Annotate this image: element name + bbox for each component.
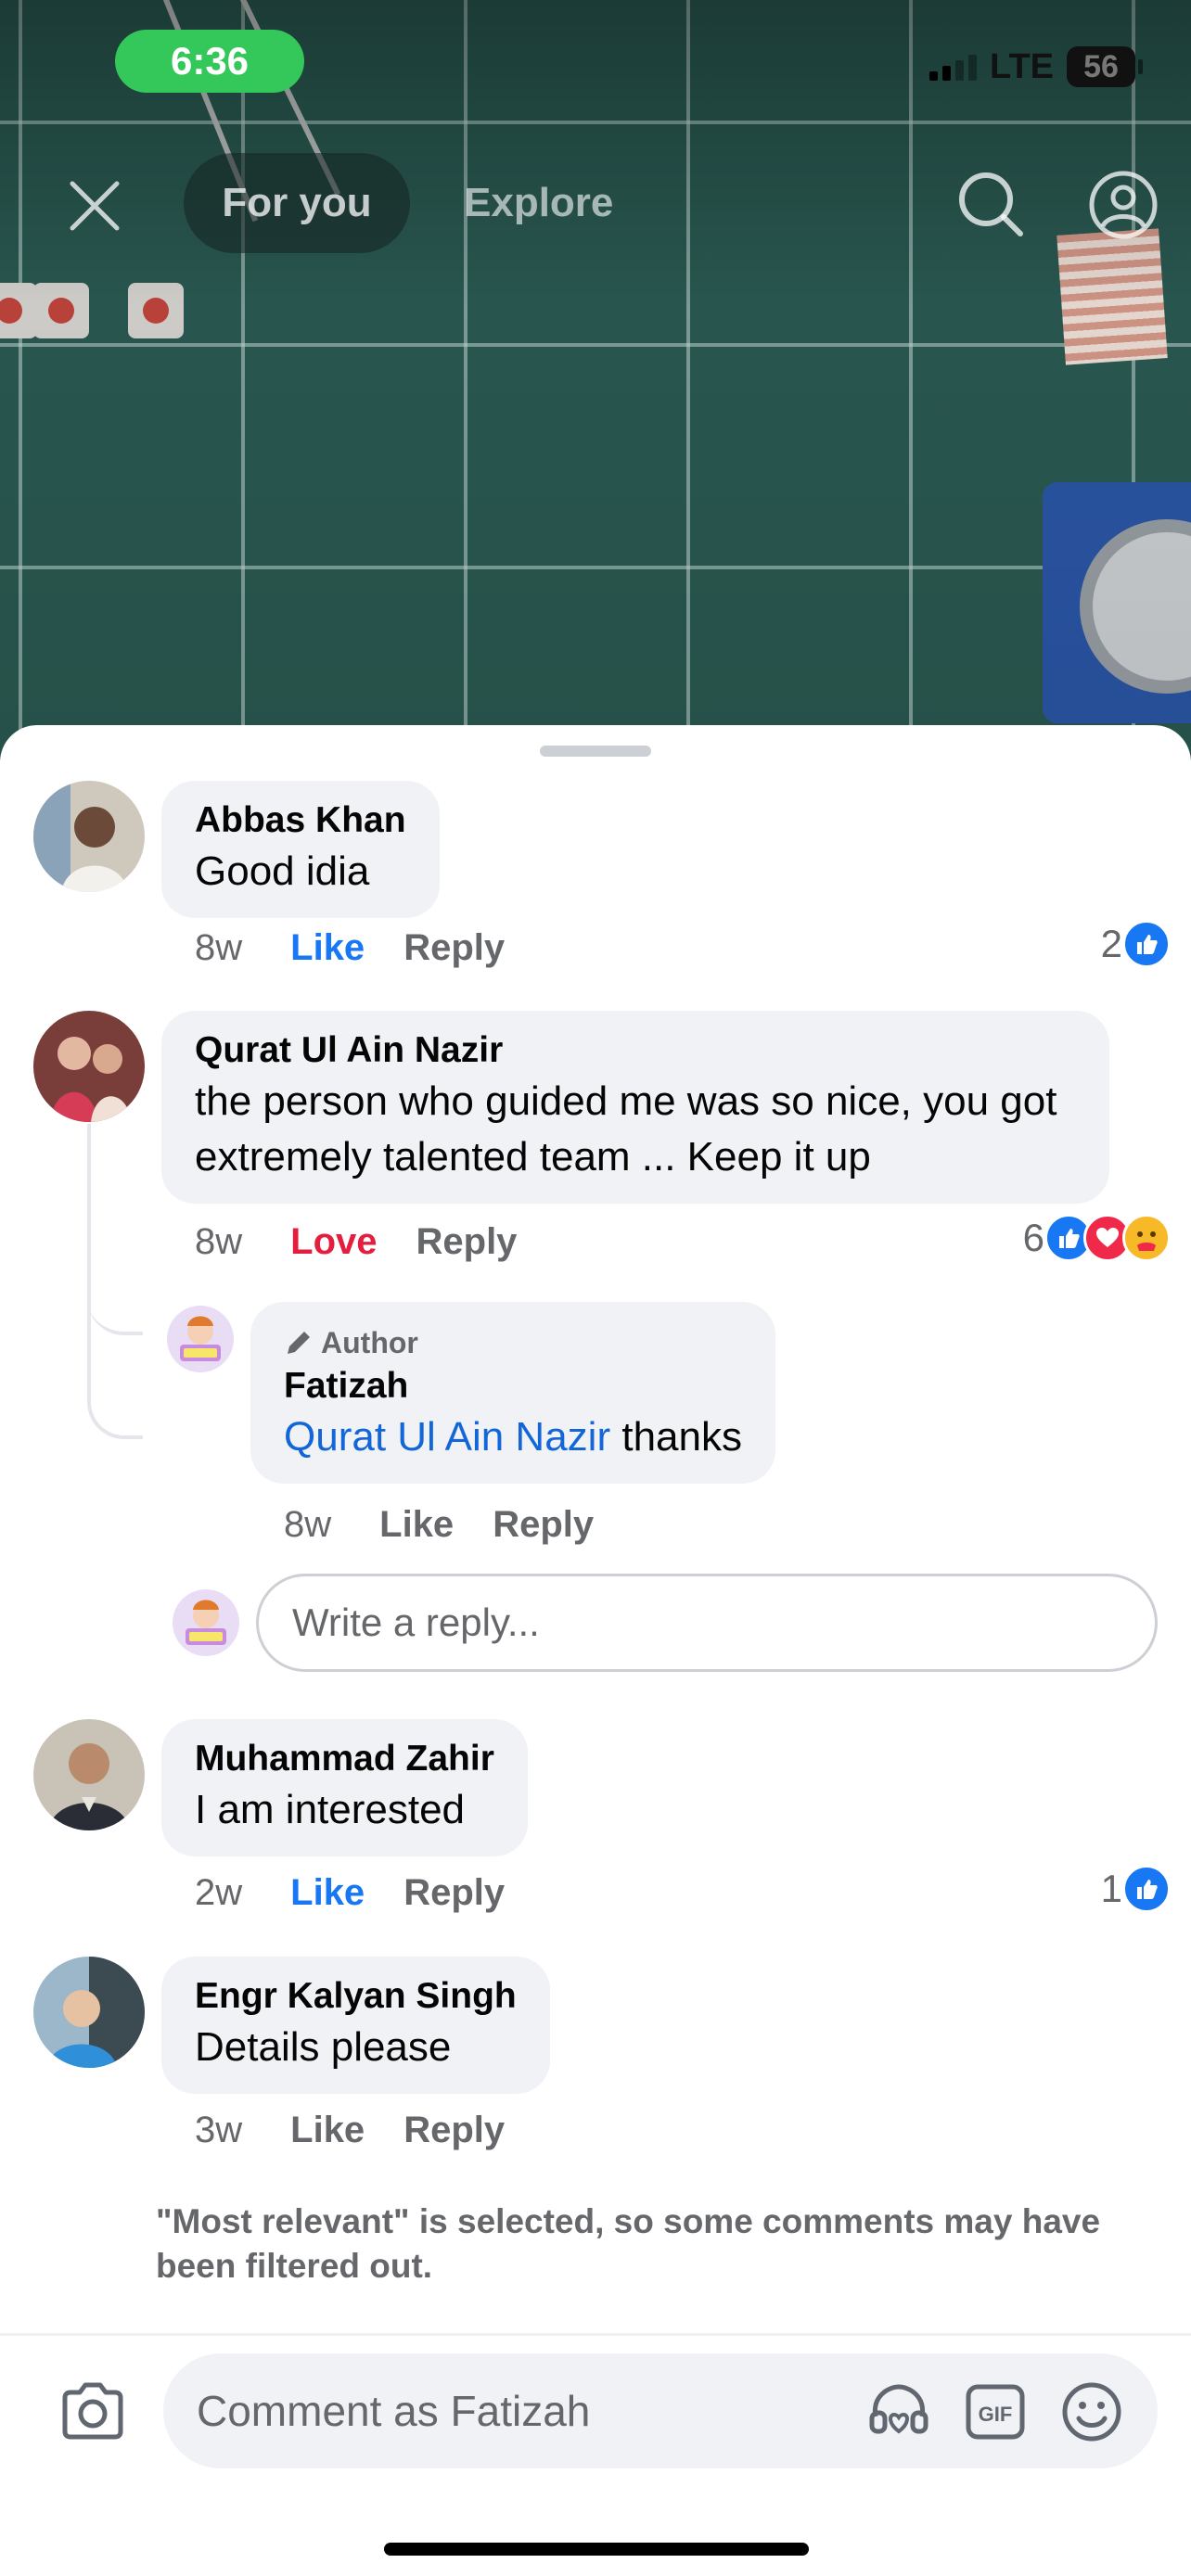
- reaction-count: 6: [1022, 1216, 1044, 1259]
- reaction-summary[interactable]: 2: [1101, 920, 1171, 968]
- care-reaction-icon: [1122, 1214, 1171, 1262]
- author-badge: Author: [284, 1322, 742, 1363]
- like-button[interactable]: Like: [290, 2110, 365, 2151]
- home-indicator[interactable]: [384, 2543, 809, 2556]
- comment-input-placeholder: Comment as Fatizah: [197, 2387, 591, 2435]
- comments-sheet: Abbas Khan Good idia 8w Like Reply 2 Qur…: [0, 725, 1191, 2576]
- avatar[interactable]: [33, 781, 145, 892]
- tab-explore[interactable]: Explore: [464, 153, 613, 253]
- emoji-icon[interactable]: [1059, 2379, 1124, 2444]
- like-button[interactable]: Like: [379, 1504, 454, 1546]
- video-background[interactable]: 6:36 LTE 56 For you Explore: [0, 0, 1191, 760]
- reaction-count: 1: [1100, 1867, 1122, 1910]
- battery-icon: 56: [1067, 46, 1143, 87]
- comment-author[interactable]: Abbas Khan: [195, 797, 406, 844]
- avatar: [173, 1589, 239, 1656]
- avatar[interactable]: [33, 1011, 145, 1122]
- reply-text: thanks: [621, 1414, 742, 1460]
- like-reaction-icon: [1122, 920, 1171, 968]
- filter-note: "Most relevant" is selected, so some com…: [156, 2202, 1101, 2285]
- comment-text: Qurat Ul Ain Nazir thanks: [284, 1409, 742, 1465]
- composer-icons: GIF: [866, 2379, 1124, 2444]
- battery-level: 56: [1083, 48, 1119, 84]
- comment-age: 3w: [195, 2110, 243, 2150]
- status-time: 6:36: [115, 30, 304, 93]
- like-button[interactable]: Like: [290, 1872, 365, 1914]
- author-badge-label: Author: [321, 1326, 418, 1359]
- comment-text: the person who guided me was so nice, yo…: [195, 1078, 1057, 1180]
- avatar-sticker-icon[interactable]: [866, 2379, 931, 2444]
- comment-actions: 8w Like Reply: [195, 927, 544, 969]
- reply-bubble[interactable]: Author Fatizah Qurat Ul Ain Nazir thanks: [250, 1302, 775, 1484]
- avatar[interactable]: [167, 1306, 234, 1372]
- avatar[interactable]: [33, 1957, 145, 2068]
- sheet-grabber[interactable]: [540, 746, 651, 757]
- thread-line: [87, 1124, 143, 1439]
- search-icon[interactable]: [955, 169, 1026, 239]
- comment-author[interactable]: Qurat Ul Ain Nazir: [195, 1027, 1076, 1074]
- comment-age: 2w: [195, 1872, 243, 1913]
- reaction-summary[interactable]: 1: [1101, 1865, 1171, 1913]
- comment-actions: 8w Love Reply: [195, 1221, 556, 1263]
- avatar[interactable]: [33, 1719, 145, 1830]
- comment-text: I am interested: [195, 1787, 466, 1832]
- comment-actions: 2w Like Reply: [195, 1872, 544, 1914]
- reply-button[interactable]: Reply: [403, 1872, 505, 1914]
- status-indicators: LTE 56: [929, 46, 1143, 87]
- svg-text:GIF: GIF: [979, 2403, 1013, 2426]
- comment-actions: 3w Like Reply: [195, 2110, 544, 2151]
- signal-icon: [929, 53, 978, 81]
- gif-icon[interactable]: GIF: [963, 2379, 1028, 2444]
- divider: [0, 2333, 1191, 2336]
- tab-for-you[interactable]: For you: [184, 153, 410, 253]
- comment-age: 8w: [195, 927, 243, 968]
- reaction-count: 2: [1100, 922, 1122, 965]
- comment-bubble[interactable]: Abbas Khan Good idia: [161, 781, 440, 918]
- comment-actions: 8w Like Reply: [284, 1504, 633, 1546]
- pencil-icon: [288, 1332, 310, 1354]
- reply-button[interactable]: Reply: [403, 927, 505, 969]
- comment-author[interactable]: Fatizah: [284, 1363, 742, 1409]
- profile-icon[interactable]: [1087, 169, 1159, 241]
- like-button[interactable]: Like: [290, 927, 365, 969]
- reply-button[interactable]: Reply: [493, 1504, 594, 1546]
- comment-bubble[interactable]: Engr Kalyan Singh Details please: [161, 1957, 550, 2094]
- comment-bubble[interactable]: Muhammad Zahir I am interested: [161, 1719, 528, 1856]
- comment-age: 8w: [195, 1221, 243, 1262]
- comment-input[interactable]: Comment as Fatizah GIF: [163, 2353, 1158, 2468]
- reply-button[interactable]: Reply: [416, 1221, 518, 1263]
- network-label: LTE: [990, 46, 1054, 86]
- love-button[interactable]: Love: [290, 1221, 377, 1263]
- close-icon[interactable]: [65, 176, 124, 236]
- video-shade: [0, 0, 1191, 760]
- comment-text: Good idia: [195, 848, 370, 894]
- comment-author[interactable]: Muhammad Zahir: [195, 1736, 494, 1782]
- reply-button[interactable]: Reply: [403, 2110, 505, 2151]
- reply-input[interactable]: Write a reply...: [256, 1574, 1158, 1672]
- comment-bubble[interactable]: Qurat Ul Ain Nazir the person who guided…: [161, 1011, 1109, 1204]
- reaction-summary[interactable]: 6: [1023, 1214, 1171, 1262]
- like-reaction-icon: [1122, 1865, 1171, 1913]
- comment-text: Details please: [195, 2024, 452, 2070]
- camera-icon[interactable]: [58, 2376, 128, 2446]
- comment-age: 8w: [284, 1504, 332, 1545]
- comment-author[interactable]: Engr Kalyan Singh: [195, 1973, 517, 2020]
- mention-link[interactable]: Qurat Ul Ain Nazir: [284, 1414, 610, 1460]
